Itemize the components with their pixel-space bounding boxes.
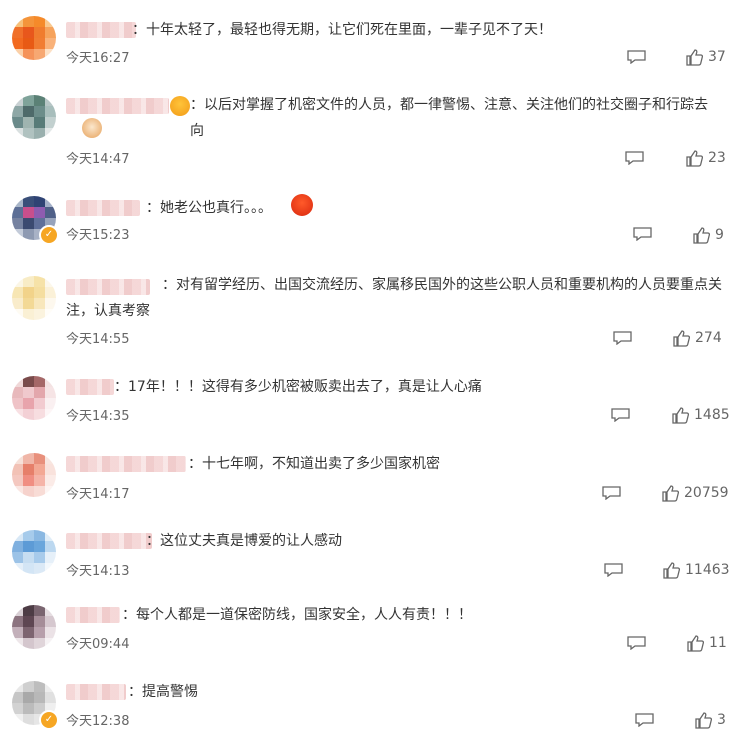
comment-time: 今天14:17 (66, 487, 130, 502)
username-blurred[interactable] (66, 379, 114, 395)
comment-bubble-icon[interactable] (627, 50, 646, 64)
comment-bubble-icon[interactable] (604, 563, 623, 577)
avatar[interactable] (12, 95, 56, 139)
comment-time: 今天12:38 (66, 714, 130, 729)
comment-item: ：对有留学经历、出国交流经历、家属移民国外的这些公职人员和重要机构的人员要重点关… (0, 260, 740, 360)
like-button[interactable]: 9 (692, 226, 724, 244)
comment-time: 今天14:35 (66, 409, 130, 424)
comment-bubble-icon[interactable] (627, 636, 646, 650)
thumbs-up-icon (672, 407, 689, 424)
username-blurred[interactable] (66, 200, 140, 216)
verified-badge-icon: ✓ (39, 225, 59, 245)
comment-bubble-icon[interactable] (611, 408, 630, 422)
comment-item: ✓ ：提高警惕 今天12:38 3 (0, 668, 740, 743)
comment-item: ：以后对掌握了机密文件的人员，都一律警惕、注意、关注他们的社交圈子和行踪去向 今… (0, 80, 740, 180)
comment-text: ：提高警惕 (128, 684, 198, 700)
like-count: 1485 (694, 407, 730, 423)
comment-item: ：17年！！！这得有多少机密被贩卖出去了，真是让人心痛 今天14:35 1485 (0, 360, 740, 438)
comment-text: ：每个人都是一道保密防线，国家安全，人人有责！！！ (122, 607, 472, 623)
comment-item: ✓ ：她老公也真行。。。 今天15:23 9 (0, 180, 740, 260)
comment-item: ：这位丈夫真是博爱的让人感动 今天14:13 11463 (0, 514, 740, 592)
comment-text: ：这位丈夫真是博爱的让人感动 (146, 533, 342, 549)
verified-badge-icon: ✓ (39, 710, 59, 730)
avatar[interactable] (12, 605, 56, 649)
thumbs-up-icon (686, 150, 703, 167)
comment-item: ：每个人都是一道保密防线，国家安全，人人有责！！！ 今天09:44 11 (0, 592, 740, 668)
comment-bubble-icon[interactable] (633, 227, 652, 241)
comment-bubble-icon[interactable] (602, 486, 621, 500)
comment-text: ：对有留学经历、出国交流经历、家属移民国外的这些公职人员和重要机构的人员要重点关… (66, 277, 722, 319)
comment-bubble-icon[interactable] (625, 151, 644, 165)
comment-time: 今天14:13 (66, 564, 130, 579)
thumbs-up-icon (687, 635, 704, 652)
like-button[interactable]: 3 (694, 711, 726, 729)
username-blurred[interactable] (66, 684, 126, 700)
comment-text: ：17年！！！这得有多少机密被贩卖出去了，真是让人心痛 (114, 379, 482, 395)
like-count: 9 (715, 227, 724, 243)
avatar[interactable] (12, 453, 56, 497)
comment-item: ：十年太轻了，最轻也得无期，让它们死在里面，一辈子见不了天！ 今天16:27 3… (0, 0, 740, 80)
like-count: 11463 (685, 562, 730, 578)
like-count: 274 (695, 330, 722, 346)
avatar[interactable] (12, 16, 56, 60)
comment-bubble-icon[interactable] (635, 713, 654, 727)
comment-time: 今天14:55 (66, 332, 130, 347)
like-count: 3 (717, 712, 726, 728)
like-button[interactable]: 37 (685, 48, 726, 66)
comment-time: 今天14:47 (66, 152, 130, 167)
comment-time: 今天15:23 (66, 228, 130, 243)
username-blurred[interactable] (66, 22, 136, 38)
avatar[interactable] (12, 276, 56, 320)
thumbs-up-icon (695, 712, 712, 729)
comment-time: 今天09:44 (66, 637, 130, 652)
comment-text: ：以后对掌握了机密文件的人员，都一律警惕、注意、关注他们的社交圈子和行踪去向 (190, 97, 708, 139)
like-count: 11 (709, 635, 727, 651)
thumbs-up-icon (673, 330, 690, 347)
thumbs-up-icon (686, 49, 703, 66)
emoji-icon (170, 96, 190, 116)
like-button[interactable]: 11 (686, 634, 727, 652)
username-blurred[interactable] (66, 98, 169, 114)
username-blurred[interactable] (66, 456, 186, 472)
like-count: 37 (708, 49, 726, 65)
comment-text: ：十年太轻了，最轻也得无期，让它们死在里面，一辈子见不了天！ (132, 22, 552, 38)
like-button[interactable]: 20759 (661, 484, 729, 502)
comment-text: ：十七年啊，不知道出卖了多少国家机密 (188, 456, 440, 472)
comment-time: 今天16:27 (66, 51, 130, 66)
cat-emoji-icon (82, 118, 102, 138)
thumbs-up-icon (662, 485, 679, 502)
comment-text: ：她老公也真行。。。 (146, 200, 272, 216)
avatar[interactable] (12, 376, 56, 420)
username-blurred[interactable] (66, 607, 120, 623)
like-button[interactable]: 274 (672, 329, 722, 347)
like-button[interactable]: 11463 (662, 561, 730, 579)
comment-bubble-icon[interactable] (613, 331, 632, 345)
like-count: 23 (708, 150, 726, 166)
username-blurred[interactable] (66, 533, 152, 549)
like-button[interactable]: 1485 (671, 406, 730, 424)
thumbs-up-icon (693, 227, 710, 244)
avatar[interactable] (12, 530, 56, 574)
comment-item: ：十七年啊，不知道出卖了多少国家机密 今天14:17 20759 (0, 438, 740, 514)
angry-emoji-icon (291, 194, 313, 216)
like-button[interactable]: 23 (685, 149, 726, 167)
like-count: 20759 (684, 485, 729, 501)
thumbs-up-icon (663, 562, 680, 579)
